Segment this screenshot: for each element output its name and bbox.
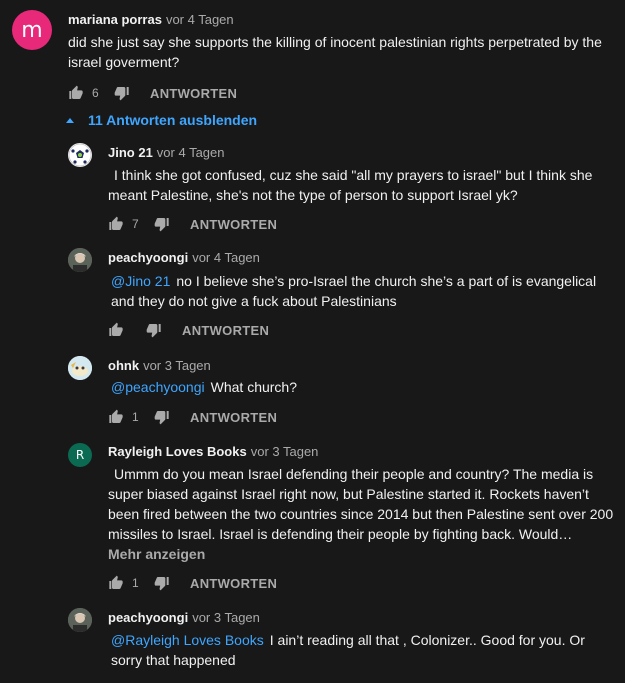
avatar-letter: R <box>75 448 85 462</box>
thumbs-up-icon[interactable] <box>108 322 124 338</box>
comment-text: Ummm do you mean Israel defending their … <box>108 464 618 544</box>
avatar[interactable] <box>68 143 92 167</box>
avatar[interactable] <box>68 356 92 380</box>
cartoon-avatar-icon <box>68 356 92 380</box>
reply-button[interactable]: ANTWORTEN <box>190 410 277 425</box>
reply-button[interactable]: ANTWORTEN <box>190 217 277 232</box>
author-name[interactable]: Rayleigh Loves Books <box>108 444 247 459</box>
avatar[interactable]: m <box>12 10 52 50</box>
thumbs-down-icon[interactable] <box>154 575 170 591</box>
comment-text: did she just say she supports the killin… <box>68 34 602 70</box>
show-more-link[interactable]: Mehr anzeigen <box>108 546 205 562</box>
reply-button[interactable]: ANTWORTEN <box>150 86 237 101</box>
comment-actions: 7 ANTWORTEN <box>108 214 277 234</box>
person-avatar-icon <box>68 248 92 272</box>
thumbs-up-icon[interactable] <box>108 575 124 591</box>
comment-header: peachyoongi vor 3 Tagen <box>108 610 260 625</box>
person-avatar-icon <box>68 608 92 632</box>
avatar[interactable]: R <box>68 443 92 467</box>
comment-text-content: no I believe she’s pro-Israel the church… <box>111 273 597 309</box>
hide-replies-button[interactable]: 11 Antworten ausblenden <box>66 112 257 128</box>
thumbs-up-icon[interactable] <box>108 216 124 232</box>
soccer-ball-avatar-icon <box>68 143 92 167</box>
mention-link[interactable]: @Jino 21 <box>111 273 170 289</box>
comment-header: ohnk vor 3 Tagen <box>108 358 211 373</box>
like-count: 7 <box>132 217 139 231</box>
like-count: 1 <box>132 410 139 424</box>
author-name[interactable]: mariana porras <box>68 12 162 27</box>
reply-button[interactable]: ANTWORTEN <box>182 323 269 338</box>
caret-up-icon <box>66 117 74 123</box>
reply-button[interactable]: ANTWORTEN <box>190 576 277 591</box>
avatar[interactable] <box>68 248 92 272</box>
comment-actions: 6 ANTWORTEN <box>68 83 237 103</box>
comment-header: Jino 21 vor 4 Tagen <box>108 145 225 160</box>
thumbs-down-icon[interactable] <box>154 216 170 232</box>
timestamp[interactable]: vor 3 Tagen <box>251 444 319 459</box>
like-count: 1 <box>132 576 139 590</box>
timestamp[interactable]: vor 4 Tagen <box>192 250 260 265</box>
comment-actions: ANTWORTEN <box>108 320 269 340</box>
comment-actions: 1 ANTWORTEN <box>108 407 277 427</box>
timestamp[interactable]: vor 3 Tagen <box>143 358 211 373</box>
comment-text: I think she got confused, cuz she said "… <box>108 165 613 205</box>
comment-text: @peachyoongi What church? <box>108 377 616 397</box>
comment-text: @Jino 21 no I believe she’s pro-Israel th… <box>108 271 616 311</box>
comment-actions: 1 ANTWORTEN <box>108 573 277 593</box>
thumbs-down-icon[interactable] <box>146 322 162 338</box>
mention-link[interactable]: @peachyoongi <box>111 379 205 395</box>
comment-header: peachyoongi vor 4 Tagen <box>108 250 260 265</box>
mention-link[interactable]: @Rayleigh Loves Books <box>111 632 264 648</box>
thumbs-up-icon[interactable] <box>68 85 84 101</box>
like-count: 6 <box>92 86 99 100</box>
timestamp[interactable]: vor 4 Tagen <box>157 145 225 160</box>
author-name[interactable]: peachyoongi <box>108 610 188 625</box>
comment-text: @Rayleigh Loves Books I ain’t reading all… <box>108 630 616 670</box>
timestamp[interactable]: vor 4 Tagen <box>166 12 234 27</box>
author-name[interactable]: Jino 21 <box>108 145 153 160</box>
avatar-letter: m <box>21 17 43 43</box>
thumbs-down-icon[interactable] <box>154 409 170 425</box>
comment-text-content: I think she got confused, cuz she said "… <box>108 167 593 203</box>
hide-replies-label: 11 Antworten ausblenden <box>88 112 258 128</box>
author-name[interactable]: peachyoongi <box>108 250 188 265</box>
avatar[interactable] <box>68 608 92 632</box>
thumbs-down-icon[interactable] <box>114 85 130 101</box>
comment-header: mariana porras vor 4 Tagen <box>68 12 234 27</box>
thumbs-up-icon[interactable] <box>108 409 124 425</box>
comment-text-content: What church? <box>210 379 297 395</box>
comment-header: Rayleigh Loves Books vor 3 Tagen <box>108 444 318 459</box>
author-name[interactable]: ohnk <box>108 358 139 373</box>
comment-text-content: Ummm do you mean Israel defending their … <box>108 466 614 542</box>
timestamp[interactable]: vor 3 Tagen <box>192 610 260 625</box>
